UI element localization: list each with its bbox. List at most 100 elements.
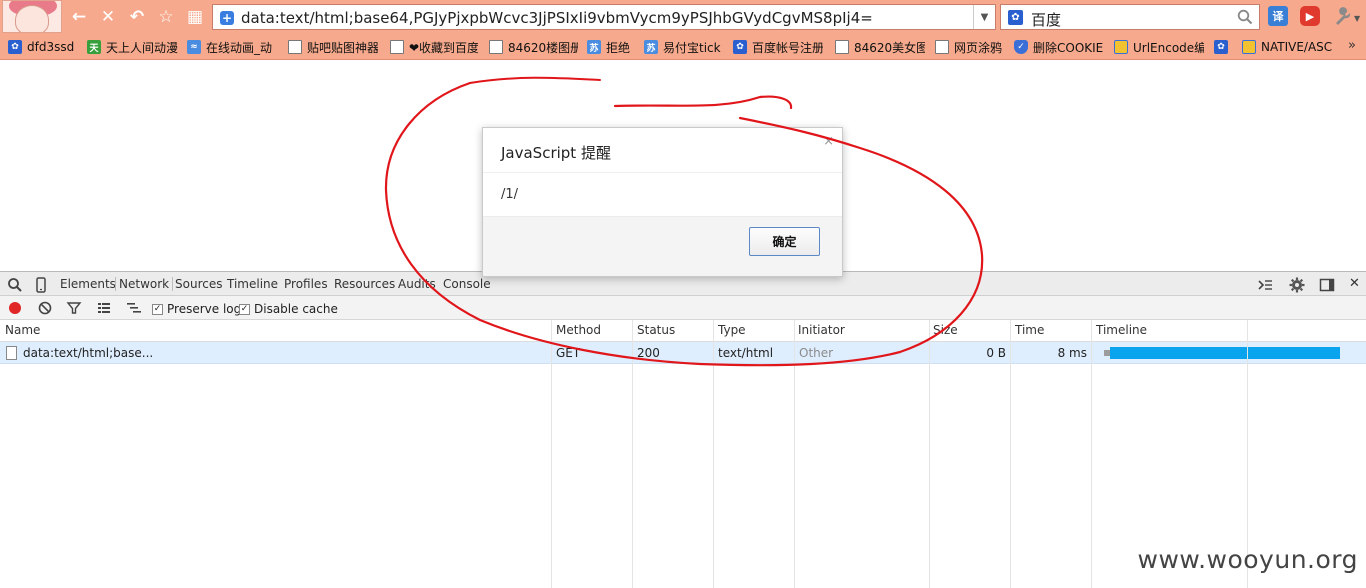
address-bar[interactable]: + data:text/html;base64,PGJyPjxpbWcvc3Jj…	[212, 4, 996, 30]
page-info-icon[interactable]: +	[220, 11, 234, 25]
column-header-initiator[interactable]: Initiator	[798, 323, 845, 337]
checkbox-check-icon[interactable]: ✓	[152, 303, 163, 315]
settings-gear-icon[interactable]	[1289, 277, 1305, 293]
bookmark-label: 删除COOKIE	[1033, 40, 1104, 55]
watermark: www.wooyun.org	[1137, 545, 1358, 574]
browser-toolbar: ← ✕ ↶ ☆ ▦ + data:text/html;base64,PGJyPj…	[0, 0, 1366, 34]
column-header-status[interactable]: Status	[637, 323, 675, 337]
request-name[interactable]: data:text/html;base...	[23, 346, 153, 360]
bookmark-label: 在线动画_动	[206, 40, 273, 55]
dialog-message: /1/	[501, 187, 519, 202]
bookmark-label: NATIVE/ASC	[1261, 40, 1333, 54]
network-toolbar: ✓ Preserve log ✓ Disable cache	[0, 296, 1366, 320]
clear-icon[interactable]	[37, 300, 53, 316]
tab-timeline[interactable]: Timeline	[227, 277, 278, 291]
disable-cache-checkbox[interactable]: ✓ Disable cache	[239, 302, 338, 316]
dialog-title: JavaScript 提醒	[501, 144, 611, 162]
javascript-alert-dialog: JavaScript 提醒 × /1/ 确定	[482, 127, 843, 277]
search-box[interactable]: ✿ 百度	[1000, 4, 1260, 30]
preserve-log-checkbox[interactable]: ✓ Preserve log	[152, 302, 241, 316]
dock-side-icon[interactable]	[1319, 277, 1335, 293]
address-dropdown-icon[interactable]: ▼	[973, 5, 995, 29]
undo-icon[interactable]: ↶	[125, 5, 149, 29]
ok-button[interactable]: 确定	[749, 227, 820, 256]
bookmarks-bar: ✿ dfd3ssd 天天上人间动漫 ≈ 在线动画_动 贴吧贴图神器 ❤收藏到百度 8…	[0, 34, 1366, 60]
youtube-play-icon[interactable]: ▶	[1300, 6, 1320, 26]
bookmarks-overflow-icon[interactable]: »	[1348, 38, 1356, 53]
column-header-method[interactable]: Method	[556, 323, 601, 337]
bookmark-label: 天上人间动漫	[106, 40, 179, 55]
list-view-icon[interactable]	[96, 300, 112, 316]
baidu-paw-icon: ✿	[1214, 40, 1228, 54]
translate-icon[interactable]: 译	[1268, 6, 1288, 26]
tab-audits[interactable]: Audits	[398, 277, 436, 291]
url-icon	[1242, 40, 1256, 54]
record-icon[interactable]	[9, 302, 21, 314]
bookmark-item[interactable]: UrlEncode编	[1114, 38, 1204, 56]
bookmark-label: ❤收藏到百度	[409, 40, 478, 55]
checkbox-check-icon[interactable]: ✓	[239, 303, 250, 315]
bookmark-item[interactable]: 苏易付宝tick	[644, 38, 726, 56]
column-header-size[interactable]: Size	[933, 323, 958, 337]
search-query[interactable]: 百度	[1031, 9, 1061, 30]
bookmark-item[interactable]: 84620楼图册	[489, 38, 578, 56]
tab-profiles[interactable]: Profiles	[284, 277, 328, 291]
wrench-dropdown-icon[interactable]: ▼	[1354, 14, 1360, 23]
bookmark-item[interactable]: ≈ 在线动画_动	[187, 38, 277, 56]
bookmark-item[interactable]: 84620美女图	[835, 38, 925, 56]
bookmark-item[interactable]: ✿ 百度帐号注册	[733, 38, 823, 56]
grid-apps-icon[interactable]: ▦	[183, 5, 207, 29]
column-header-type[interactable]: Type	[718, 323, 746, 337]
overview-icon[interactable]	[126, 300, 142, 316]
bookmark-label: 84620美女图	[854, 40, 925, 55]
tab-console[interactable]: Console	[443, 277, 491, 291]
dialog-body: /1/	[483, 172, 842, 216]
star-icon[interactable]: ☆	[154, 5, 178, 29]
search-icon[interactable]	[1237, 9, 1253, 25]
console-drawer-icon[interactable]	[1257, 277, 1273, 293]
column-header-name[interactable]: Name	[5, 323, 40, 337]
baidu-paw-icon: ✿	[733, 40, 747, 54]
bookmark-item[interactable]: NATIVE/ASC	[1242, 38, 1334, 56]
page-icon	[835, 40, 849, 54]
address-url[interactable]: data:text/html;base64,PGJyPjxpbWcvc3JjPS…	[241, 9, 873, 27]
bookmark-item[interactable]: ✓ 删除COOKIE	[1014, 38, 1104, 56]
site-icon: ≈	[187, 40, 201, 54]
page-icon	[935, 40, 949, 54]
device-mode-icon[interactable]	[33, 277, 49, 293]
wrench-icon[interactable]	[1332, 6, 1354, 26]
user-avatar[interactable]	[2, 0, 62, 33]
bookmark-item[interactable]: 天天上人间动漫	[87, 38, 179, 56]
request-size: 0 B	[986, 346, 1006, 360]
disable-cache-label: Disable cache	[254, 302, 338, 316]
column-divider	[713, 320, 714, 588]
bookmark-label: 网页涂鸦	[954, 40, 1003, 55]
request-initiator: Other	[799, 346, 834, 360]
tab-network[interactable]: Network	[115, 277, 174, 291]
back-arrow-icon[interactable]: ←	[67, 5, 91, 29]
column-divider	[632, 320, 633, 588]
bookmark-item[interactable]: 苏拒绝	[587, 38, 635, 56]
filter-icon[interactable]	[66, 300, 82, 316]
baidu-paw-icon: ✿	[8, 40, 22, 54]
shield-icon: ✓	[1014, 40, 1028, 54]
bookmark-item[interactable]: ✿ dfd3ssd	[8, 38, 80, 56]
bookmark-label: dfd3ssd	[27, 40, 75, 54]
bookmark-item[interactable]: ✿	[1214, 38, 1234, 56]
column-header-timeline[interactable]: Timeline	[1096, 323, 1147, 337]
tab-elements[interactable]: Elements	[60, 277, 116, 291]
tab-resources[interactable]: Resources	[334, 277, 395, 291]
bookmark-item[interactable]: ❤收藏到百度	[390, 38, 478, 56]
column-header-time[interactable]: Time	[1015, 323, 1044, 337]
bookmark-item[interactable]: 网页涂鸦	[935, 38, 1005, 56]
tab-sources[interactable]: Sources	[175, 277, 222, 291]
stop-x-icon[interactable]: ✕	[96, 5, 120, 29]
bookmark-item[interactable]: 贴吧贴图神器	[288, 38, 378, 56]
page-icon	[390, 40, 404, 54]
inspect-search-icon[interactable]	[7, 277, 23, 293]
column-divider	[1010, 320, 1011, 588]
baidu-paw-icon[interactable]: ✿	[1008, 10, 1023, 25]
dialog-close-icon[interactable]: ×	[823, 134, 834, 149]
bookmark-label: 易付宝tick	[663, 40, 721, 55]
devtools-close-icon[interactable]: ✕	[1349, 276, 1360, 291]
